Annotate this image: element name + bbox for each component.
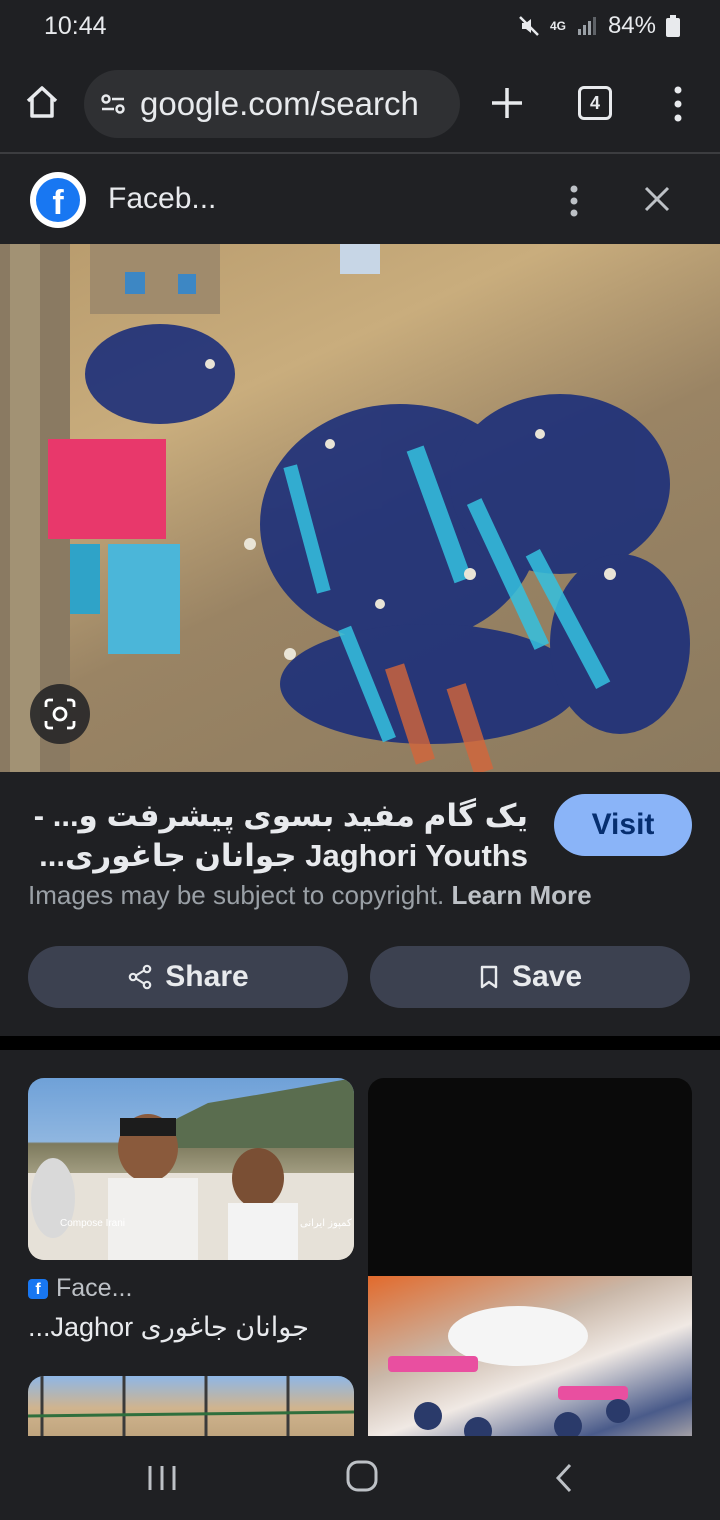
related-source-name: Face... bbox=[56, 1274, 133, 1302]
result-title-line2: Jaghori Youths جوانان جاغوری... bbox=[39, 838, 528, 873]
result-title[interactable]: یک گام مفید بسوی پیشرفت و... - Jaghori Y… bbox=[28, 796, 528, 876]
new-tab-icon[interactable] bbox=[488, 84, 526, 122]
save-label: Save bbox=[511, 960, 583, 993]
related-image-2[interactable] bbox=[368, 1078, 692, 1436]
source-name[interactable]: Faceb... bbox=[108, 182, 216, 216]
network-type: 4G bbox=[549, 19, 566, 33]
close-icon[interactable] bbox=[640, 182, 674, 216]
facebook-logo-icon: f bbox=[30, 172, 86, 228]
related-photo-3 bbox=[28, 1376, 354, 1436]
status-time: 10:44 bbox=[44, 12, 107, 40]
more-options-icon[interactable] bbox=[670, 84, 686, 124]
related-source-1: f Face... bbox=[28, 1274, 132, 1303]
result-title-line1: یک گام مفید بسوی پیشرفت و... - bbox=[33, 798, 528, 833]
url-text: google.com/search bbox=[140, 85, 419, 122]
save-button[interactable]: Save bbox=[370, 946, 690, 1008]
related-photo-2 bbox=[368, 1276, 692, 1436]
share-label: Share bbox=[165, 960, 249, 993]
status-icons: 4G 84% bbox=[518, 12, 680, 40]
related-image-3[interactable] bbox=[28, 1376, 354, 1436]
home-icon[interactable] bbox=[22, 82, 62, 122]
caption-right: کمپوز ایرانی bbox=[300, 1218, 352, 1229]
related-photo-1: Compose Irani کمپوز ایرانی bbox=[28, 1078, 354, 1260]
lens-search-button[interactable] bbox=[30, 684, 90, 744]
address-bar[interactable]: google.com/search bbox=[84, 70, 460, 138]
share-icon bbox=[128, 964, 152, 990]
share-button[interactable]: Share bbox=[28, 946, 348, 1008]
recents-icon[interactable] bbox=[146, 1464, 178, 1492]
back-icon[interactable] bbox=[552, 1462, 576, 1494]
copyright-text: Images may be subject to copyright. bbox=[28, 880, 445, 910]
copyright-notice: Images may be subject to copyright. Lear… bbox=[28, 880, 592, 911]
related-image-1[interactable]: Compose Irani کمپوز ایرانی bbox=[28, 1078, 354, 1260]
status-bar: 10:44 4G 84% bbox=[0, 0, 720, 56]
visit-button[interactable]: Visit bbox=[554, 794, 692, 856]
panel-more-icon[interactable] bbox=[568, 184, 580, 218]
site-settings-icon[interactable] bbox=[100, 91, 126, 117]
signal-icon bbox=[577, 17, 596, 35]
facebook-small-icon: f bbox=[28, 1278, 48, 1299]
caption-left: Compose Irani bbox=[60, 1218, 125, 1229]
crowd-photo bbox=[0, 244, 690, 772]
bookmark-icon bbox=[480, 965, 498, 989]
battery-icon bbox=[666, 15, 680, 37]
system-nav-bar bbox=[0, 1436, 720, 1520]
mute-icon bbox=[519, 16, 539, 36]
battery-percent: 84% bbox=[607, 12, 656, 39]
related-images-grid: Compose Irani کمپوز ایرانی f Face... جوا… bbox=[0, 1050, 720, 1436]
image-panel-header: f Faceb... bbox=[0, 154, 720, 244]
main-image[interactable] bbox=[0, 244, 720, 772]
related-title-1[interactable]: جوانان جاغوری Jaghor... bbox=[28, 1312, 309, 1343]
browser-toolbar: google.com/search 4 bbox=[0, 58, 720, 152]
home-nav-icon[interactable] bbox=[346, 1460, 378, 1492]
section-divider bbox=[0, 1036, 720, 1050]
tab-switcher-button[interactable]: 4 bbox=[578, 86, 612, 120]
learn-more-link[interactable]: Learn More bbox=[451, 880, 591, 910]
lens-icon bbox=[44, 698, 76, 730]
